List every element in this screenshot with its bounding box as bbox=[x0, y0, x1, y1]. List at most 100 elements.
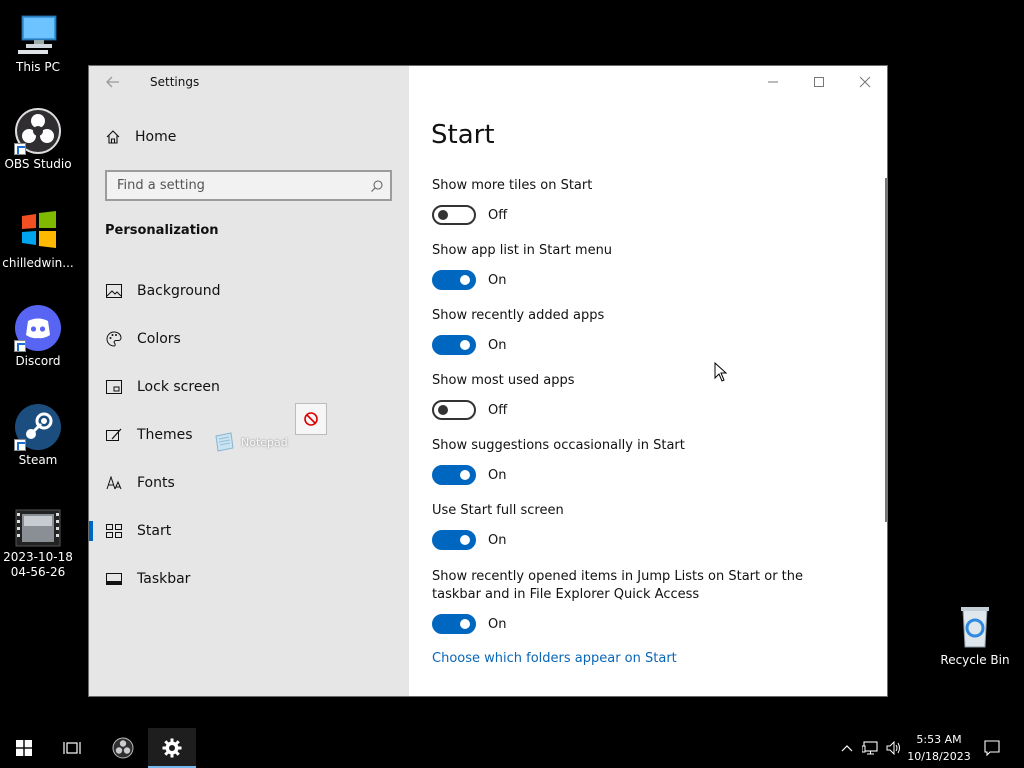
toggle-switch[interactable] bbox=[432, 465, 476, 485]
windows-logo-icon bbox=[16, 740, 32, 756]
lock-screen-icon bbox=[105, 378, 123, 396]
section-title: Personalization bbox=[105, 223, 219, 238]
settings-sidebar: Settings Home Find a setting Personaliza… bbox=[89, 66, 409, 696]
desktop-icon-this-pc[interactable]: This PC bbox=[0, 10, 76, 75]
toggle-knob bbox=[460, 470, 470, 480]
desktop-icon-recycle-bin[interactable]: Recycle Bin bbox=[937, 603, 1013, 668]
sidebar-item-label: Themes bbox=[137, 427, 193, 443]
setting-more-tiles: Show more tiles on Start Off bbox=[432, 177, 852, 225]
desktop-icon-label: 2023-10-18 04-56-26 bbox=[3, 550, 73, 579]
setting-full-screen: Use Start full screen On bbox=[432, 502, 852, 550]
taskbar: 5:53 AM 10/18/2023 bbox=[0, 728, 1024, 768]
no-drop-icon bbox=[295, 403, 327, 435]
maximize-icon bbox=[814, 77, 824, 87]
home-icon bbox=[106, 130, 120, 144]
sidebar-item-fonts[interactable]: Fonts bbox=[89, 463, 409, 503]
taskbar-obs[interactable] bbox=[99, 728, 147, 768]
toggle-state: Off bbox=[488, 207, 508, 223]
search-input[interactable]: Find a setting bbox=[105, 170, 392, 201]
volume-button[interactable] bbox=[884, 728, 904, 768]
toggle-switch[interactable] bbox=[432, 205, 476, 225]
setting-label: Show app list in Start menu bbox=[432, 243, 613, 258]
toggle-state: On bbox=[488, 467, 507, 483]
sidebar-item-label: Fonts bbox=[137, 475, 175, 491]
clock-date: 10/18/2023 bbox=[907, 750, 971, 763]
mouse-cursor-icon bbox=[714, 361, 728, 386]
sidebar-item-start[interactable]: Start bbox=[89, 511, 409, 551]
settings-window: Settings Home Find a setting Personaliza… bbox=[88, 65, 888, 697]
home-nav-item[interactable]: Home bbox=[105, 129, 176, 145]
desktop-icon-label: Recycle Bin bbox=[940, 653, 1010, 667]
desktop-icon-obs-studio[interactable]: OBS Studio bbox=[0, 107, 76, 172]
desktop-icon-steam[interactable]: Steam bbox=[0, 403, 76, 468]
themes-icon bbox=[105, 426, 123, 444]
palette-icon bbox=[105, 330, 123, 348]
toggle-switch[interactable] bbox=[432, 614, 476, 634]
network-button[interactable] bbox=[860, 728, 882, 768]
sidebar-item-label: Background bbox=[137, 283, 221, 299]
close-icon bbox=[859, 76, 871, 88]
setting-label: Use Start full screen bbox=[432, 503, 564, 518]
sidebar-item-lock-screen[interactable]: Lock screen bbox=[89, 367, 409, 407]
toggle-knob bbox=[438, 405, 448, 415]
toggle-knob bbox=[460, 619, 470, 629]
fonts-icon bbox=[105, 474, 123, 492]
window-title: Settings bbox=[150, 75, 200, 89]
computer-icon bbox=[14, 10, 62, 58]
toggle-switch[interactable] bbox=[432, 335, 476, 355]
chevron-up-icon bbox=[841, 745, 853, 752]
steam-icon bbox=[14, 403, 62, 451]
close-button[interactable] bbox=[842, 66, 888, 98]
toggle-knob bbox=[460, 535, 470, 545]
toggle-switch[interactable] bbox=[432, 270, 476, 290]
video-file-icon bbox=[14, 508, 62, 548]
taskbar-clock[interactable]: 5:53 AM 10/18/2023 bbox=[905, 731, 973, 765]
search-placeholder: Find a setting bbox=[117, 178, 205, 193]
shortcut-arrow-icon bbox=[14, 340, 26, 352]
choose-folders-link[interactable]: Choose which folders appear on Start bbox=[432, 651, 677, 666]
minimize-button[interactable] bbox=[750, 66, 796, 98]
obs-icon bbox=[112, 737, 134, 759]
speaker-icon bbox=[886, 741, 900, 755]
taskbar-icon bbox=[105, 570, 123, 588]
taskbar-settings[interactable] bbox=[148, 728, 196, 768]
discord-icon bbox=[14, 304, 62, 352]
recycle-bin-icon bbox=[951, 603, 999, 651]
sidebar-item-label: Lock screen bbox=[137, 379, 220, 395]
start-button[interactable] bbox=[0, 728, 48, 768]
active-indicator bbox=[89, 521, 93, 541]
desktop-icon-chilledwin[interactable]: chilledwin... bbox=[0, 206, 76, 271]
setting-label: Show recently added apps bbox=[432, 308, 605, 323]
task-view-button[interactable] bbox=[48, 728, 96, 768]
notepad-icon bbox=[215, 432, 234, 452]
shortcut-arrow-icon bbox=[14, 439, 26, 451]
desktop-icon-label: chilledwin... bbox=[2, 256, 74, 270]
sidebar-item-background[interactable]: Background bbox=[89, 271, 409, 311]
back-arrow-icon[interactable] bbox=[105, 74, 123, 92]
desktop-icon-video-file[interactable]: 2023-10-18 04-56-26 bbox=[0, 508, 76, 580]
sidebar-item-label: Start bbox=[137, 523, 172, 539]
page-title: Start bbox=[431, 120, 495, 150]
notifications-button[interactable] bbox=[980, 728, 1004, 768]
sidebar-item-taskbar[interactable]: Taskbar bbox=[89, 559, 409, 599]
sidebar-item-label: Colors bbox=[137, 331, 181, 347]
setting-most-used: Show most used apps Off bbox=[432, 372, 852, 420]
sidebar-item-colors[interactable]: Colors bbox=[89, 319, 409, 359]
desktop-icon-label: Discord bbox=[15, 354, 61, 368]
task-view-icon bbox=[63, 742, 81, 754]
clock-time: 5:53 AM bbox=[916, 733, 962, 746]
show-hidden-icons-button[interactable] bbox=[838, 728, 856, 768]
settings-content: Start Show more tiles on Start Off Show … bbox=[409, 66, 888, 696]
scrollbar[interactable] bbox=[885, 178, 888, 522]
obs-icon bbox=[14, 107, 62, 155]
toggle-state: On bbox=[488, 532, 507, 548]
maximize-button[interactable] bbox=[796, 66, 842, 98]
toggle-state: On bbox=[488, 337, 507, 353]
notification-icon bbox=[984, 740, 1000, 756]
setting-label: Show suggestions occasionally in Start bbox=[432, 438, 685, 453]
search-icon bbox=[371, 180, 383, 192]
toggle-switch[interactable] bbox=[432, 400, 476, 420]
toggle-switch[interactable] bbox=[432, 530, 476, 550]
desktop-icon-discord[interactable]: Discord bbox=[0, 304, 76, 369]
dragged-notepad-shortcut: Notepad bbox=[213, 432, 288, 452]
